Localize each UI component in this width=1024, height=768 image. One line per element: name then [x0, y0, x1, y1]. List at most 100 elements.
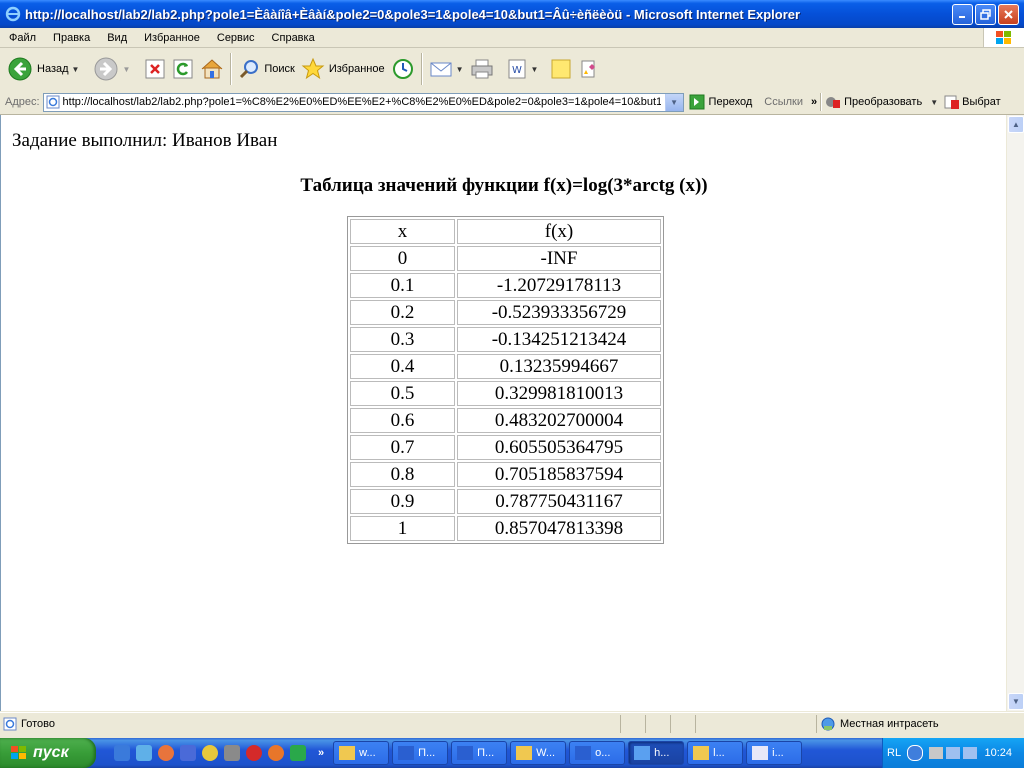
print-button[interactable]: [467, 51, 497, 87]
refresh-button[interactable]: [169, 51, 197, 87]
close-button[interactable]: [998, 3, 1019, 25]
minimize-icon: [959, 15, 965, 18]
browser-quicklaunch-icon[interactable]: [268, 745, 284, 761]
back-arrow-icon: [8, 57, 32, 81]
network-tray-icon[interactable]: [946, 747, 961, 759]
forward-button[interactable]: ▼: [90, 51, 133, 87]
cell-x: 0.8: [350, 462, 455, 487]
close-icon: [1004, 9, 1013, 19]
network2-tray-icon[interactable]: [963, 747, 978, 759]
taskbar-button[interactable]: i...: [746, 741, 803, 765]
tray-expand-icon[interactable]: [907, 745, 924, 761]
cell-x: 0.9: [350, 489, 455, 514]
links-label[interactable]: Ссылки: [764, 96, 803, 108]
select-button[interactable]: Выбрат: [944, 94, 1001, 110]
quick-launch: »: [114, 745, 330, 761]
cell-fx: 0.605505364795: [457, 435, 661, 460]
task-buttons: w... П... П... W... o... h... l... i...: [330, 741, 803, 765]
research-icon: [581, 60, 596, 78]
table-row: 0.1 -1.20729178113: [350, 273, 661, 298]
cell-x: 0.1: [350, 273, 455, 298]
scroll-down-icon[interactable]: ▼: [1008, 693, 1024, 710]
menu-view[interactable]: Вид: [98, 32, 135, 44]
intranet-icon: [821, 717, 835, 731]
toolbar-separator: [420, 53, 423, 85]
search-quicklaunch-icon[interactable]: [224, 745, 240, 761]
toolbar-separator: [820, 93, 823, 111]
taskbar-button-label: i...: [772, 747, 784, 759]
media-quicklaunch-icon[interactable]: [202, 745, 218, 761]
history-button[interactable]: [388, 51, 418, 87]
go-arrow-icon: [689, 94, 705, 110]
convert-label: Преобразовать: [844, 96, 923, 108]
edit-dropdown-icon[interactable]: ▼: [531, 65, 539, 74]
firefox-quicklaunch-icon[interactable]: [158, 745, 174, 761]
stop-button[interactable]: [141, 51, 169, 87]
status-cell: [645, 715, 646, 733]
cell-fx: -INF: [457, 246, 661, 271]
cell-fx: 0.705185837594: [457, 462, 661, 487]
vertical-scrollbar[interactable]: ▲ ▼: [1006, 115, 1024, 711]
page-icon: [46, 95, 60, 109]
start-button[interactable]: пуск: [0, 738, 96, 768]
taskbar: пуск » w... П... П... W... o... h... l... i... …: [0, 738, 1024, 768]
page-heading: Таблица значений функции f(x)=log(3*arct…: [300, 175, 708, 196]
status-text: Готово: [21, 718, 55, 730]
back-dropdown-icon[interactable]: ▼: [72, 65, 80, 74]
home-button[interactable]: [197, 51, 227, 87]
taskbar-button[interactable]: w...: [333, 741, 390, 765]
edit-button[interactable]: W ▼: [503, 51, 542, 87]
taskbar-button[interactable]: П...: [392, 741, 449, 765]
utility-quicklaunch-icon[interactable]: [290, 745, 306, 761]
restore-icon: [980, 8, 991, 20]
search-button[interactable]: Поиск: [235, 51, 297, 87]
home-icon: [202, 59, 223, 79]
taskbar-button[interactable]: h...: [628, 741, 685, 765]
explorer-quicklaunch-icon[interactable]: [136, 745, 152, 761]
research-button[interactable]: [575, 51, 603, 87]
page-status-icon: [3, 717, 17, 731]
app-quicklaunch-icon[interactable]: [180, 745, 196, 761]
ie-quicklaunch-icon[interactable]: [114, 745, 130, 761]
convert-dropdown-icon[interactable]: ▼: [930, 98, 938, 107]
taskbar-button[interactable]: o...: [569, 741, 626, 765]
printer-tray-icon[interactable]: [929, 747, 944, 759]
minimize-button[interactable]: [952, 3, 973, 25]
windows-logo-icon: [983, 28, 1024, 47]
restore-button[interactable]: [975, 3, 996, 25]
address-input[interactable]: http://localhost/lab2/lab2.php?pole1=%C8…: [42, 92, 684, 112]
taskbar-button-label: h...: [654, 747, 670, 759]
taskbar-button[interactable]: W...: [510, 741, 567, 765]
search-icon: [240, 60, 259, 79]
mail-button[interactable]: ▼: [426, 51, 467, 87]
menu-favorites[interactable]: Избранное: [135, 32, 208, 44]
go-button[interactable]: Переход: [689, 94, 752, 110]
mail-icon: [430, 62, 452, 77]
forward-dropdown-icon[interactable]: ▼: [122, 65, 130, 74]
language-indicator[interactable]: RL: [887, 747, 901, 759]
scroll-up-icon[interactable]: ▲: [1008, 116, 1024, 133]
system-tray: RL 10:24: [882, 738, 1024, 768]
taskbar-button[interactable]: П...: [451, 741, 508, 765]
opera-quicklaunch-icon[interactable]: [246, 745, 262, 761]
convert-button[interactable]: Преобразовать ▼: [825, 94, 938, 110]
discuss-button[interactable]: [547, 51, 575, 87]
mail-dropdown-icon[interactable]: ▼: [456, 65, 464, 74]
status-cell: [695, 715, 696, 733]
quicklaunch-chevron-icon[interactable]: »: [318, 747, 324, 759]
address-url: http://localhost/lab2/lab2.php?pole1=%C8…: [62, 96, 661, 108]
status-cell: [670, 715, 671, 733]
cell-x: 0.7: [350, 435, 455, 460]
links-chevron-icon[interactable]: »: [811, 96, 817, 108]
taskbar-button[interactable]: l...: [687, 741, 744, 765]
taskbar-button-label: w...: [359, 747, 376, 759]
svg-text:W: W: [512, 65, 522, 76]
menu-help[interactable]: Справка: [263, 32, 323, 44]
back-button[interactable]: Назад ▼: [4, 51, 82, 87]
menu-file[interactable]: Файл: [0, 32, 44, 44]
favorites-button[interactable]: Избранное: [298, 51, 388, 87]
cell-x: 0.5: [350, 381, 455, 406]
menu-edit[interactable]: Правка: [44, 32, 98, 44]
menu-tools[interactable]: Сервис: [208, 32, 263, 44]
address-dropdown-icon[interactable]: ▼: [664, 93, 683, 111]
